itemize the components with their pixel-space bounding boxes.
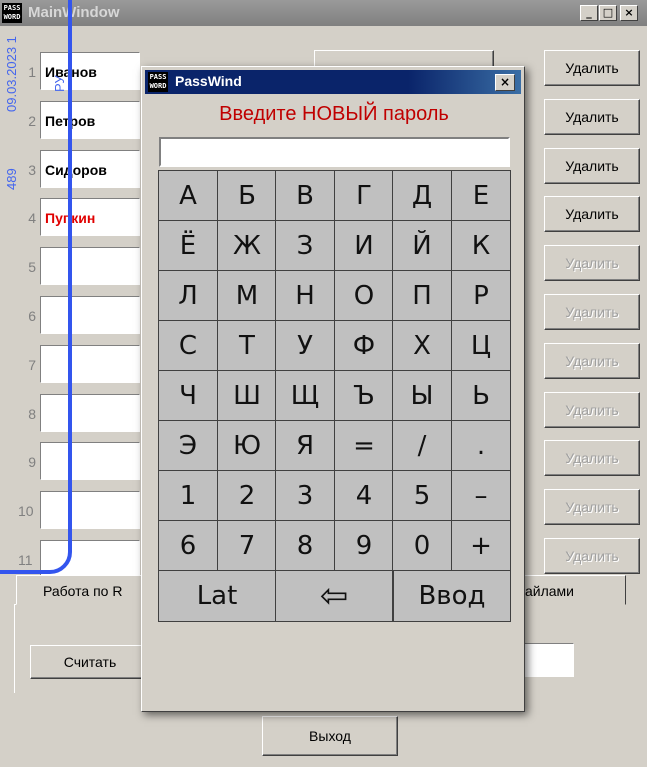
password-dialog: PASS WORD PassWind × Введите НОВЫЙ пароль… (141, 66, 525, 712)
password-prompt: Введите НОВЫЙ пароль (219, 103, 449, 125)
overlay-date: 09.03.2023 1 (4, 36, 19, 112)
maximize-button[interactable]: □ (599, 5, 617, 21)
key-button[interactable]: 4 (334, 470, 394, 521)
overlay-label: РУ (52, 75, 67, 92)
key-button[interactable]: – (451, 470, 511, 521)
key-button[interactable]: Ь (451, 370, 511, 421)
key-button[interactable]: 0 (392, 520, 452, 571)
key-button[interactable]: Н (275, 270, 335, 321)
key-button[interactable]: 1 (158, 470, 218, 521)
key-button[interactable]: Е (451, 170, 511, 221)
key-button[interactable]: Й (392, 220, 452, 271)
key-button[interactable]: Р (451, 270, 511, 321)
key-button[interactable]: 3 (275, 470, 335, 521)
key-button[interactable]: В (275, 170, 335, 221)
key-button[interactable]: О (334, 270, 394, 321)
delete-button[interactable]: Удалить (544, 99, 640, 135)
key-button[interactable]: Ю (217, 420, 277, 471)
key-button[interactable]: У (275, 320, 335, 371)
key-button[interactable]: 5 (392, 470, 452, 521)
key-button[interactable]: 8 (275, 520, 335, 571)
minimize-button[interactable]: _ (580, 5, 598, 21)
key-button[interactable]: И (334, 220, 394, 271)
key-button[interactable]: Ё (158, 220, 218, 271)
close-main-button[interactable]: × (620, 5, 638, 21)
key-button[interactable]: Б (217, 170, 277, 221)
value-field[interactable] (520, 643, 574, 677)
key-button[interactable]: А (158, 170, 218, 221)
enter-key[interactable]: Ввод (393, 570, 511, 622)
key-button[interactable]: Г (334, 170, 394, 221)
passw-dialog-icon: PASS WORD (148, 72, 168, 92)
key-button[interactable]: = (334, 420, 394, 471)
key-button[interactable]: П (392, 270, 452, 321)
dialog-title: PassWind (175, 73, 242, 89)
delete-button[interactable]: Удалить (544, 392, 640, 428)
delete-button[interactable]: Удалить (544, 196, 640, 232)
key-button[interactable]: Щ (275, 370, 335, 421)
on-screen-keyboard: А Б В Г Д Е Ё Ж З И Й К Л М Н О П Р С Т У Ф Х Ц Ч Ш Щ Ъ Ы Ь Э Ю Я = /. 1 2 3 4… (158, 170, 511, 688)
exit-button[interactable]: Выход (262, 716, 398, 756)
key-button[interactable]: 2 (217, 470, 277, 521)
key-button[interactable]: З (275, 220, 335, 271)
overlay-code: 489 (4, 168, 19, 190)
delete-button[interactable]: Удалить (544, 294, 640, 330)
delete-button[interactable]: Удалить (544, 148, 640, 184)
key-button[interactable]: Я (275, 420, 335, 471)
key-button[interactable]: Т (217, 320, 277, 371)
key-button[interactable]: . (451, 420, 511, 471)
key-button[interactable]: 7 (217, 520, 277, 571)
key-button[interactable]: Ы (392, 370, 452, 421)
key-button[interactable]: 6 (158, 520, 218, 571)
key-button[interactable]: Д (392, 170, 452, 221)
key-button[interactable]: Ъ (334, 370, 394, 421)
delete-button[interactable]: Удалить (544, 343, 640, 379)
delete-button[interactable]: Удалить (544, 245, 640, 281)
key-button[interactable]: С (158, 320, 218, 371)
key-button[interactable]: К (451, 220, 511, 271)
key-button[interactable]: 9 (334, 520, 394, 571)
tab-work-by-r[interactable]: Работа по R (16, 575, 156, 605)
read-button[interactable]: Считать (30, 645, 150, 679)
key-button[interactable]: / (392, 420, 452, 471)
dialog-close-button[interactable]: × (495, 74, 515, 91)
key-button[interactable]: Ш (217, 370, 277, 421)
key-button[interactable]: Л (158, 270, 218, 321)
key-button[interactable]: Э (158, 420, 218, 471)
key-button[interactable]: М (217, 270, 277, 321)
key-button[interactable]: + (451, 520, 511, 571)
key-button[interactable]: Ж (217, 220, 277, 271)
backspace-key[interactable]: ⇦ (275, 570, 393, 622)
key-button[interactable]: Ч (158, 370, 218, 421)
delete-button[interactable]: Удалить (544, 489, 640, 525)
lat-key[interactable]: Lat (158, 570, 276, 622)
key-button[interactable]: Х (392, 320, 452, 371)
delete-button[interactable]: Удалить (544, 50, 640, 86)
password-input[interactable] (159, 137, 510, 167)
dialog-titlebar: PASS WORD PassWind × (145, 70, 521, 94)
key-button[interactable]: Ц (451, 320, 511, 371)
delete-button[interactable]: Удалить (544, 440, 640, 476)
delete-button[interactable]: Удалить (544, 538, 640, 574)
key-button[interactable]: Ф (334, 320, 394, 371)
